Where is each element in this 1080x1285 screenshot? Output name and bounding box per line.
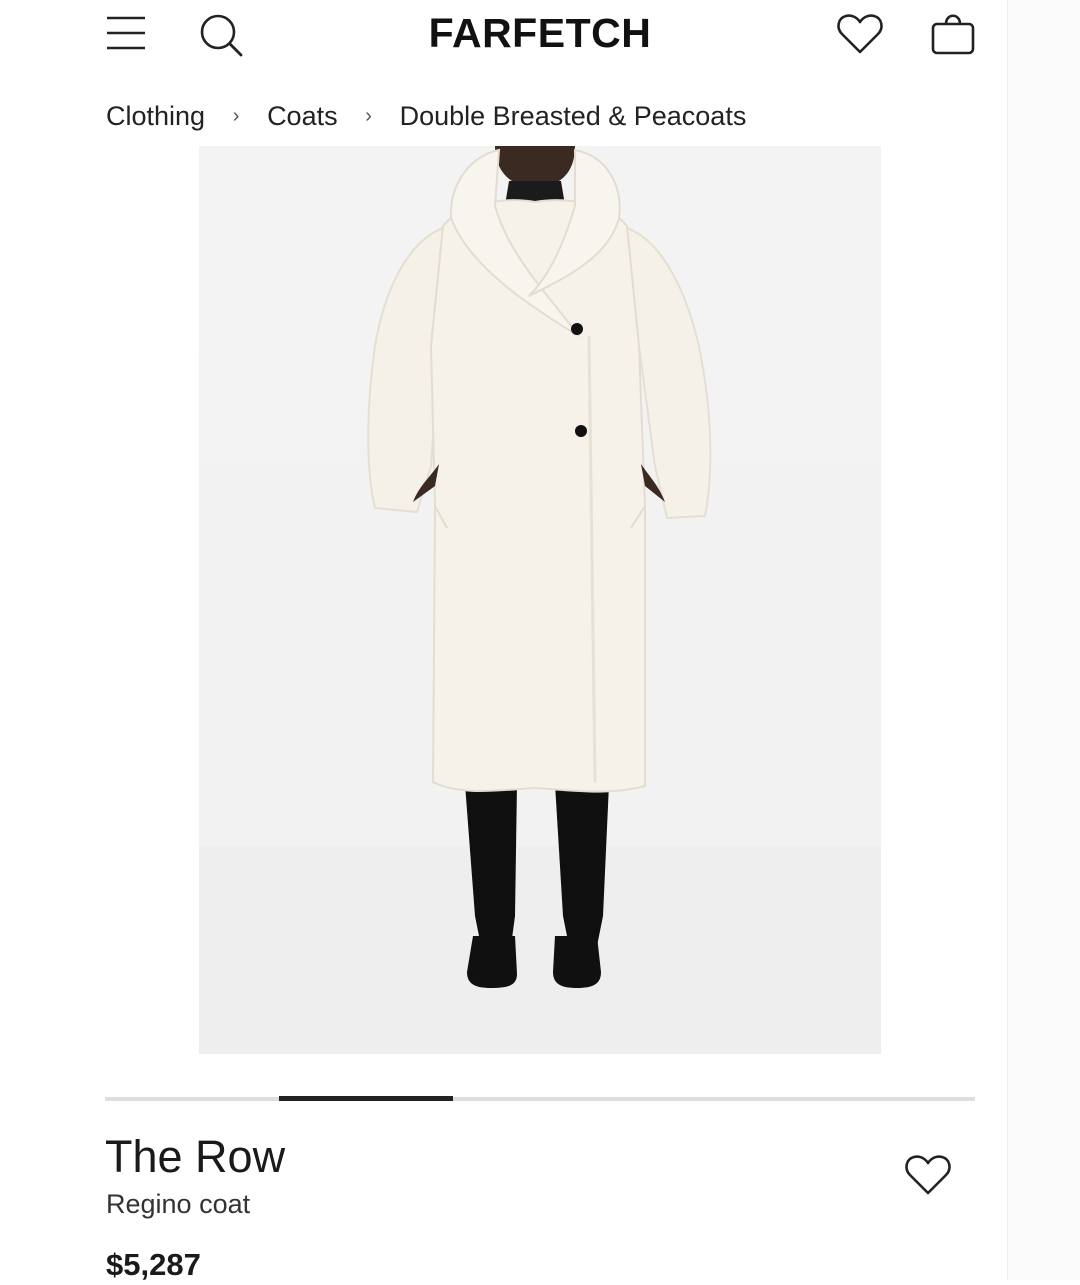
search-button[interactable] [198, 12, 244, 58]
heart-icon [837, 14, 883, 54]
top-header: FARFETCH [0, 0, 1007, 70]
coat-illustration [199, 146, 881, 1054]
add-to-wishlist-button[interactable] [904, 1152, 952, 1198]
wishlist-button[interactable] [836, 12, 884, 56]
shopping-bag-icon [931, 14, 975, 55]
breadcrumb-separator: › [365, 104, 372, 127]
product-name: Regino coat [106, 1189, 251, 1219]
menu-icon [107, 16, 145, 50]
shopping-bag-button[interactable] [929, 10, 977, 56]
breadcrumb: Clothing › Coats › Double Breasted & Pea… [106, 98, 746, 134]
breadcrumb-separator: › [232, 104, 240, 127]
heart-icon [905, 1155, 951, 1195]
menu-button[interactable] [105, 14, 147, 52]
carousel-active-indicator [279, 1096, 453, 1101]
farfetch-logo[interactable]: FARFETCH [330, 10, 750, 57]
product-image[interactable] [199, 146, 881, 1054]
page-edge [1007, 0, 1080, 1280]
product-brand[interactable]: The Row [105, 1130, 285, 1184]
breadcrumb-coats[interactable]: Coats [267, 101, 338, 132]
breadcrumb-clothing[interactable]: Clothing [106, 101, 205, 132]
search-icon [200, 14, 243, 57]
product-price: $5,287 [106, 1247, 201, 1282]
carousel-progress-track[interactable] [105, 1097, 975, 1101]
breadcrumb-double-breasted-peacoats[interactable]: Double Breasted & Peacoats [400, 101, 747, 132]
